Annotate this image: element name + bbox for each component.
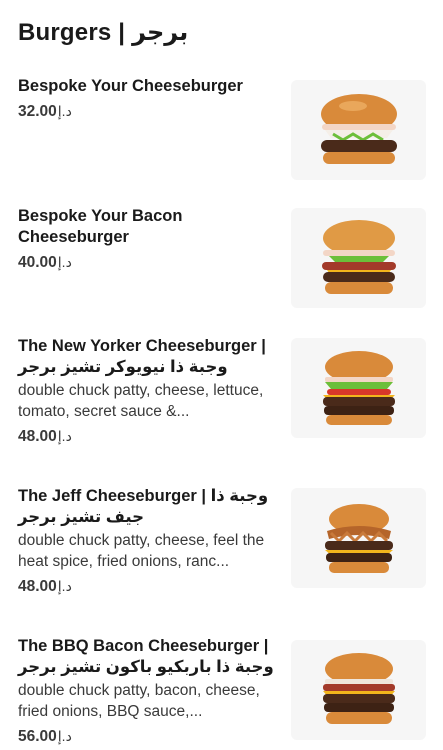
menu-item-description: double chuck patty, bacon, cheese, fried…	[18, 682, 260, 720]
menu-item-name: The BBQ Bacon Cheeseburger | وجبة ذا بار…	[18, 637, 274, 676]
menu-item-text: The Jeff Cheeseburger | وجبة ذا جيف تشيز…	[18, 486, 280, 597]
menu-item[interactable]: The BBQ Bacon Cheeseburger | وجبة ذا بار…	[0, 636, 443, 750]
menu-item-description: double chuck patty, cheese, feel the hea…	[18, 532, 265, 570]
menu-item[interactable]: Bespoke Your Cheeseburger 32.00د.إ	[0, 74, 443, 184]
menu-item-price: 48.00د.إ	[18, 428, 72, 445]
menu-item-text: The BBQ Bacon Cheeseburger | وجبة ذا بار…	[18, 636, 280, 747]
menu-item-text: Bespoke Your Bacon Cheeseburger 40.00د.إ	[18, 206, 280, 273]
menu-item-text: The New Yorker Cheeseburger | وجبة ذا ني…	[18, 336, 280, 447]
jeff-burger-image[interactable]	[291, 488, 426, 588]
menu-item-price: 48.00د.إ	[18, 578, 72, 595]
burger-image[interactable]	[291, 80, 426, 180]
menu-item-name: Bespoke Your Cheeseburger	[18, 77, 243, 95]
menu-item-price: 56.00د.إ	[18, 728, 72, 745]
menu-item-description: double chuck patty, cheese, lettuce, tom…	[18, 382, 264, 420]
menu-item[interactable]: The New Yorker Cheeseburger | وجبة ذا ني…	[0, 336, 443, 456]
bbq-bacon-burger-image[interactable]	[291, 640, 426, 740]
menu-item[interactable]: The Jeff Cheeseburger | وجبة ذا جيف تشيز…	[0, 486, 443, 606]
section-title: Burgers | برجر	[18, 19, 189, 46]
menu-item-name: The Jeff Cheeseburger | وجبة ذا جيف تشيز…	[18, 487, 269, 526]
new-yorker-burger-image[interactable]	[291, 338, 426, 438]
bacon-burger-image[interactable]	[291, 208, 426, 308]
menu-item[interactable]: Bespoke Your Bacon Cheeseburger 40.00د.إ	[0, 206, 443, 316]
menu-item-name: The New Yorker Cheeseburger | وجبة ذا ني…	[18, 337, 266, 376]
menu-item-name: Bespoke Your Bacon Cheeseburger	[18, 207, 183, 246]
menu-item-text: Bespoke Your Cheeseburger 32.00د.إ	[18, 76, 280, 122]
menu-item-price: 40.00د.إ	[18, 254, 72, 271]
menu-item-price: 32.00د.إ	[18, 103, 72, 120]
